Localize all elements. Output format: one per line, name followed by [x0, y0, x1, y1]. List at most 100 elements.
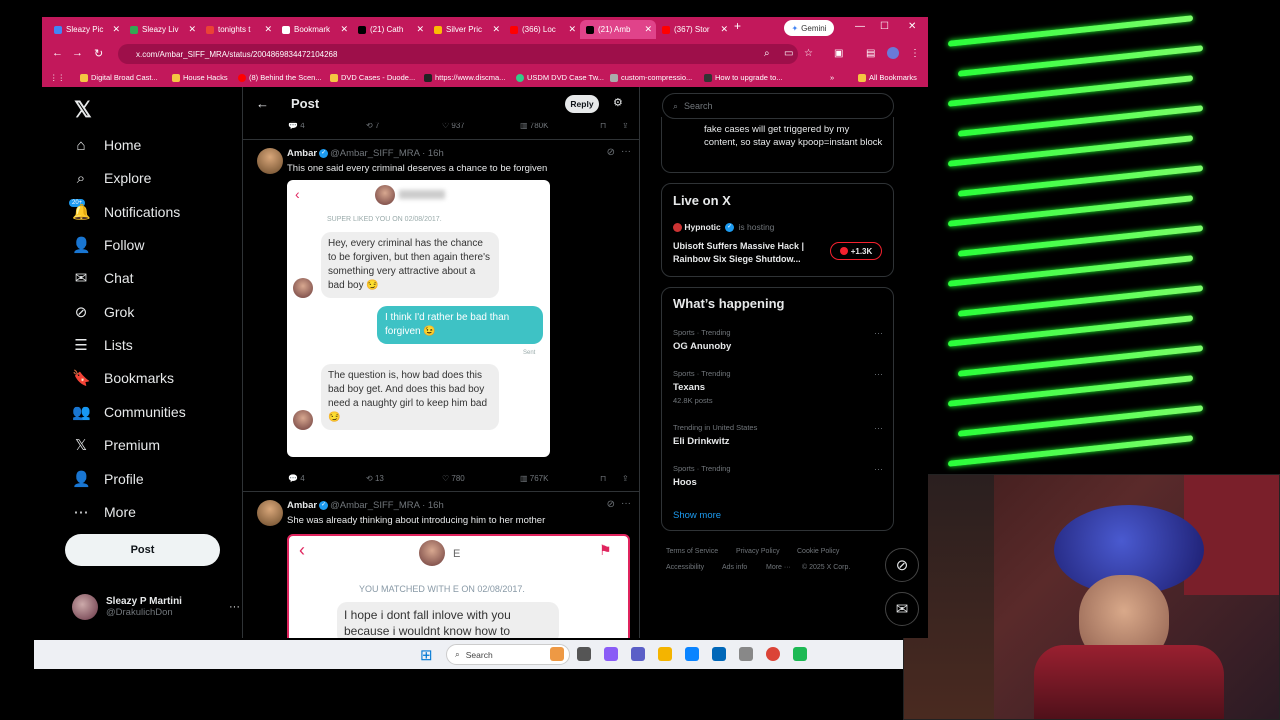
cast-icon[interactable]: ▭: [784, 48, 793, 59]
browser-tab[interactable]: (21) Amb ✕: [580, 20, 656, 39]
nav-communities[interactable]: 👥 Communities: [72, 400, 186, 424]
bookmark-item[interactable]: House Hacks: [172, 73, 228, 82]
gemini-button[interactable]: ✦ Gemini: [784, 20, 834, 36]
author-name[interactable]: Ambar: [287, 148, 317, 159]
nav-premium[interactable]: 𝕏 Premium: [72, 433, 160, 457]
tweet-image[interactable]: ‹ ⚑ E YOU MATCHED WITH E ON 02/08/2017. …: [287, 534, 630, 638]
close-tab-icon[interactable]: ✕: [568, 24, 576, 35]
reload-icon[interactable]: ↻: [94, 47, 103, 60]
repost-icon[interactable]: ⟲ 13: [366, 474, 384, 483]
star-icon[interactable]: ☆: [804, 48, 813, 59]
author-name[interactable]: Ambar: [287, 500, 317, 511]
nav-explore[interactable]: ⌕ Explore: [72, 166, 152, 190]
show-more-link[interactable]: Show more: [673, 510, 721, 521]
close-tab-icon[interactable]: ✕: [340, 24, 348, 35]
teams-icon[interactable]: [631, 647, 645, 661]
nav-chat[interactable]: ✉ Chat: [72, 266, 134, 290]
close-window-icon[interactable]: ✕: [908, 21, 916, 32]
live-host[interactable]: Hypnotic ✓ is hosting: [673, 222, 774, 233]
more-icon[interactable]: ···: [874, 328, 883, 338]
zoom-icon[interactable]: ⌕: [764, 48, 770, 59]
close-tab-icon[interactable]: ✕: [492, 24, 500, 35]
footer-link[interactable]: Terms of Service: [666, 548, 718, 555]
author-handle[interactable]: @Ambar_SIFF_MRA: [330, 500, 419, 511]
nav-notifications[interactable]: 🔔 Notifications: [72, 200, 180, 224]
menu-icon[interactable]: ⋮: [910, 48, 920, 59]
more-icon[interactable]: ···: [874, 423, 883, 433]
grok-icon[interactable]: ⊘: [607, 147, 615, 158]
nav-lists[interactable]: ☰ Lists: [72, 333, 133, 357]
minimize-icon[interactable]: —: [855, 21, 865, 32]
avatar[interactable]: [257, 500, 283, 526]
back-arrow-icon[interactable]: ←: [256, 96, 269, 111]
bookmarks-overflow-icon[interactable]: »: [830, 73, 834, 82]
close-tab-icon[interactable]: ✕: [112, 24, 120, 35]
bookmark-item[interactable]: (8) Behind the Scen...: [238, 73, 322, 82]
video-app-icon[interactable]: [550, 647, 564, 661]
browser-tab[interactable]: Silver Pric ✕: [428, 20, 504, 39]
bookmark-item[interactable]: USDM DVD Case Tw...: [516, 73, 604, 82]
tweet-image[interactable]: ‹ SUPER LIKED YOU ON 02/08/2017. Hey, ev…: [287, 180, 550, 457]
tweet-time[interactable]: · 16h: [422, 500, 444, 511]
bookmark-icon[interactable]: ⊓: [600, 474, 606, 483]
nav-home[interactable]: ⌂ Home: [72, 133, 141, 157]
edge-icon[interactable]: [685, 647, 699, 661]
live-stream-title[interactable]: Ubisoft Suffers Massive Hack | Rainbow S…: [673, 240, 823, 266]
tweet[interactable]: Ambar ✓ @Ambar_SIFF_MRA · 16h ⊘ ··· She wa…: [243, 491, 639, 638]
settings-icon[interactable]: [739, 647, 753, 661]
copilot-icon[interactable]: [604, 647, 618, 661]
chrome-icon[interactable]: [766, 647, 780, 661]
file-app-icon[interactable]: [577, 647, 591, 661]
new-tab-icon[interactable]: +: [734, 19, 741, 33]
search-input[interactable]: ⌕ Search: [662, 93, 894, 119]
share-icon[interactable]: ⇪: [622, 474, 629, 483]
reply-icon[interactable]: 💬 4: [288, 474, 305, 483]
explorer-icon[interactable]: [658, 647, 672, 661]
trend-name[interactable]: Hoos: [673, 477, 697, 488]
nav-more[interactable]: ⋯ More: [72, 500, 136, 524]
account-switcher[interactable]: Sleazy P Martini @DrakulichDon ···: [72, 592, 240, 622]
more-icon[interactable]: ···: [874, 464, 883, 474]
app-icon[interactable]: [793, 647, 807, 661]
footer-link[interactable]: Cookie Policy: [797, 548, 839, 555]
grok-icon[interactable]: ⊘: [607, 499, 615, 510]
sidepanel-icon[interactable]: ▤: [866, 48, 875, 59]
forward-icon[interactable]: →: [72, 47, 83, 59]
author-handle[interactable]: @Ambar_SIFF_MRA: [330, 148, 419, 159]
close-tab-icon[interactable]: ✕: [188, 24, 196, 35]
back-icon[interactable]: ←: [52, 47, 63, 59]
browser-tab[interactable]: Bookmark ✕: [276, 20, 352, 39]
footer-link[interactable]: Ads info: [722, 564, 747, 571]
reply-button[interactable]: Reply: [565, 95, 599, 113]
post-button[interactable]: Post: [65, 534, 220, 566]
messages-float-icon[interactable]: ✉: [885, 592, 919, 626]
bookmark-item[interactable]: How to upgrade to...: [704, 73, 783, 82]
profile-icon[interactable]: [887, 47, 899, 59]
nav-grok[interactable]: ⊘ Grok: [72, 300, 135, 324]
browser-tab[interactable]: (21) Cath ✕: [352, 20, 428, 39]
footer-link[interactable]: More ···: [766, 564, 791, 571]
url-field[interactable]: x.com/Ambar_SIFF_MRA/status/200486983447…: [118, 44, 798, 64]
store-icon[interactable]: [712, 647, 726, 661]
close-tab-icon[interactable]: ✕: [720, 24, 728, 35]
x-logo-icon[interactable]: 𝕏: [74, 97, 92, 123]
browser-tab[interactable]: Sleazy Liv ✕: [124, 20, 200, 39]
footer-link[interactable]: Privacy Policy: [736, 548, 780, 555]
like-icon[interactable]: ♡ 780: [442, 474, 465, 483]
tweet-time[interactable]: · 16h: [422, 148, 444, 159]
all-bookmarks[interactable]: All Bookmarks: [858, 73, 917, 82]
close-tab-icon[interactable]: ✕: [264, 24, 272, 35]
live-count-badge[interactable]: +1.3K: [830, 242, 882, 260]
extensions-icon[interactable]: ▣: [834, 48, 843, 59]
maximize-icon[interactable]: ☐: [880, 21, 889, 32]
browser-tab[interactable]: (367) Stor ✕: [656, 20, 732, 39]
filter-icon[interactable]: ⚙: [613, 96, 623, 109]
close-tab-icon[interactable]: ✕: [644, 24, 652, 35]
trend-name[interactable]: OG Anunoby: [673, 341, 731, 352]
bookmark-item[interactable]: https://www.discma...: [424, 73, 505, 82]
tweet[interactable]: Ambar ✓ @Ambar_SIFF_MRA · 16h ⊘ ··· This o…: [243, 139, 639, 499]
nav-follow[interactable]: 👤 Follow: [72, 233, 144, 257]
trend-name[interactable]: Texans: [673, 382, 705, 393]
nav-bookmarks[interactable]: 🔖 Bookmarks: [72, 366, 174, 390]
bookmark-item[interactable]: DVD Cases - Duode...: [330, 73, 415, 82]
